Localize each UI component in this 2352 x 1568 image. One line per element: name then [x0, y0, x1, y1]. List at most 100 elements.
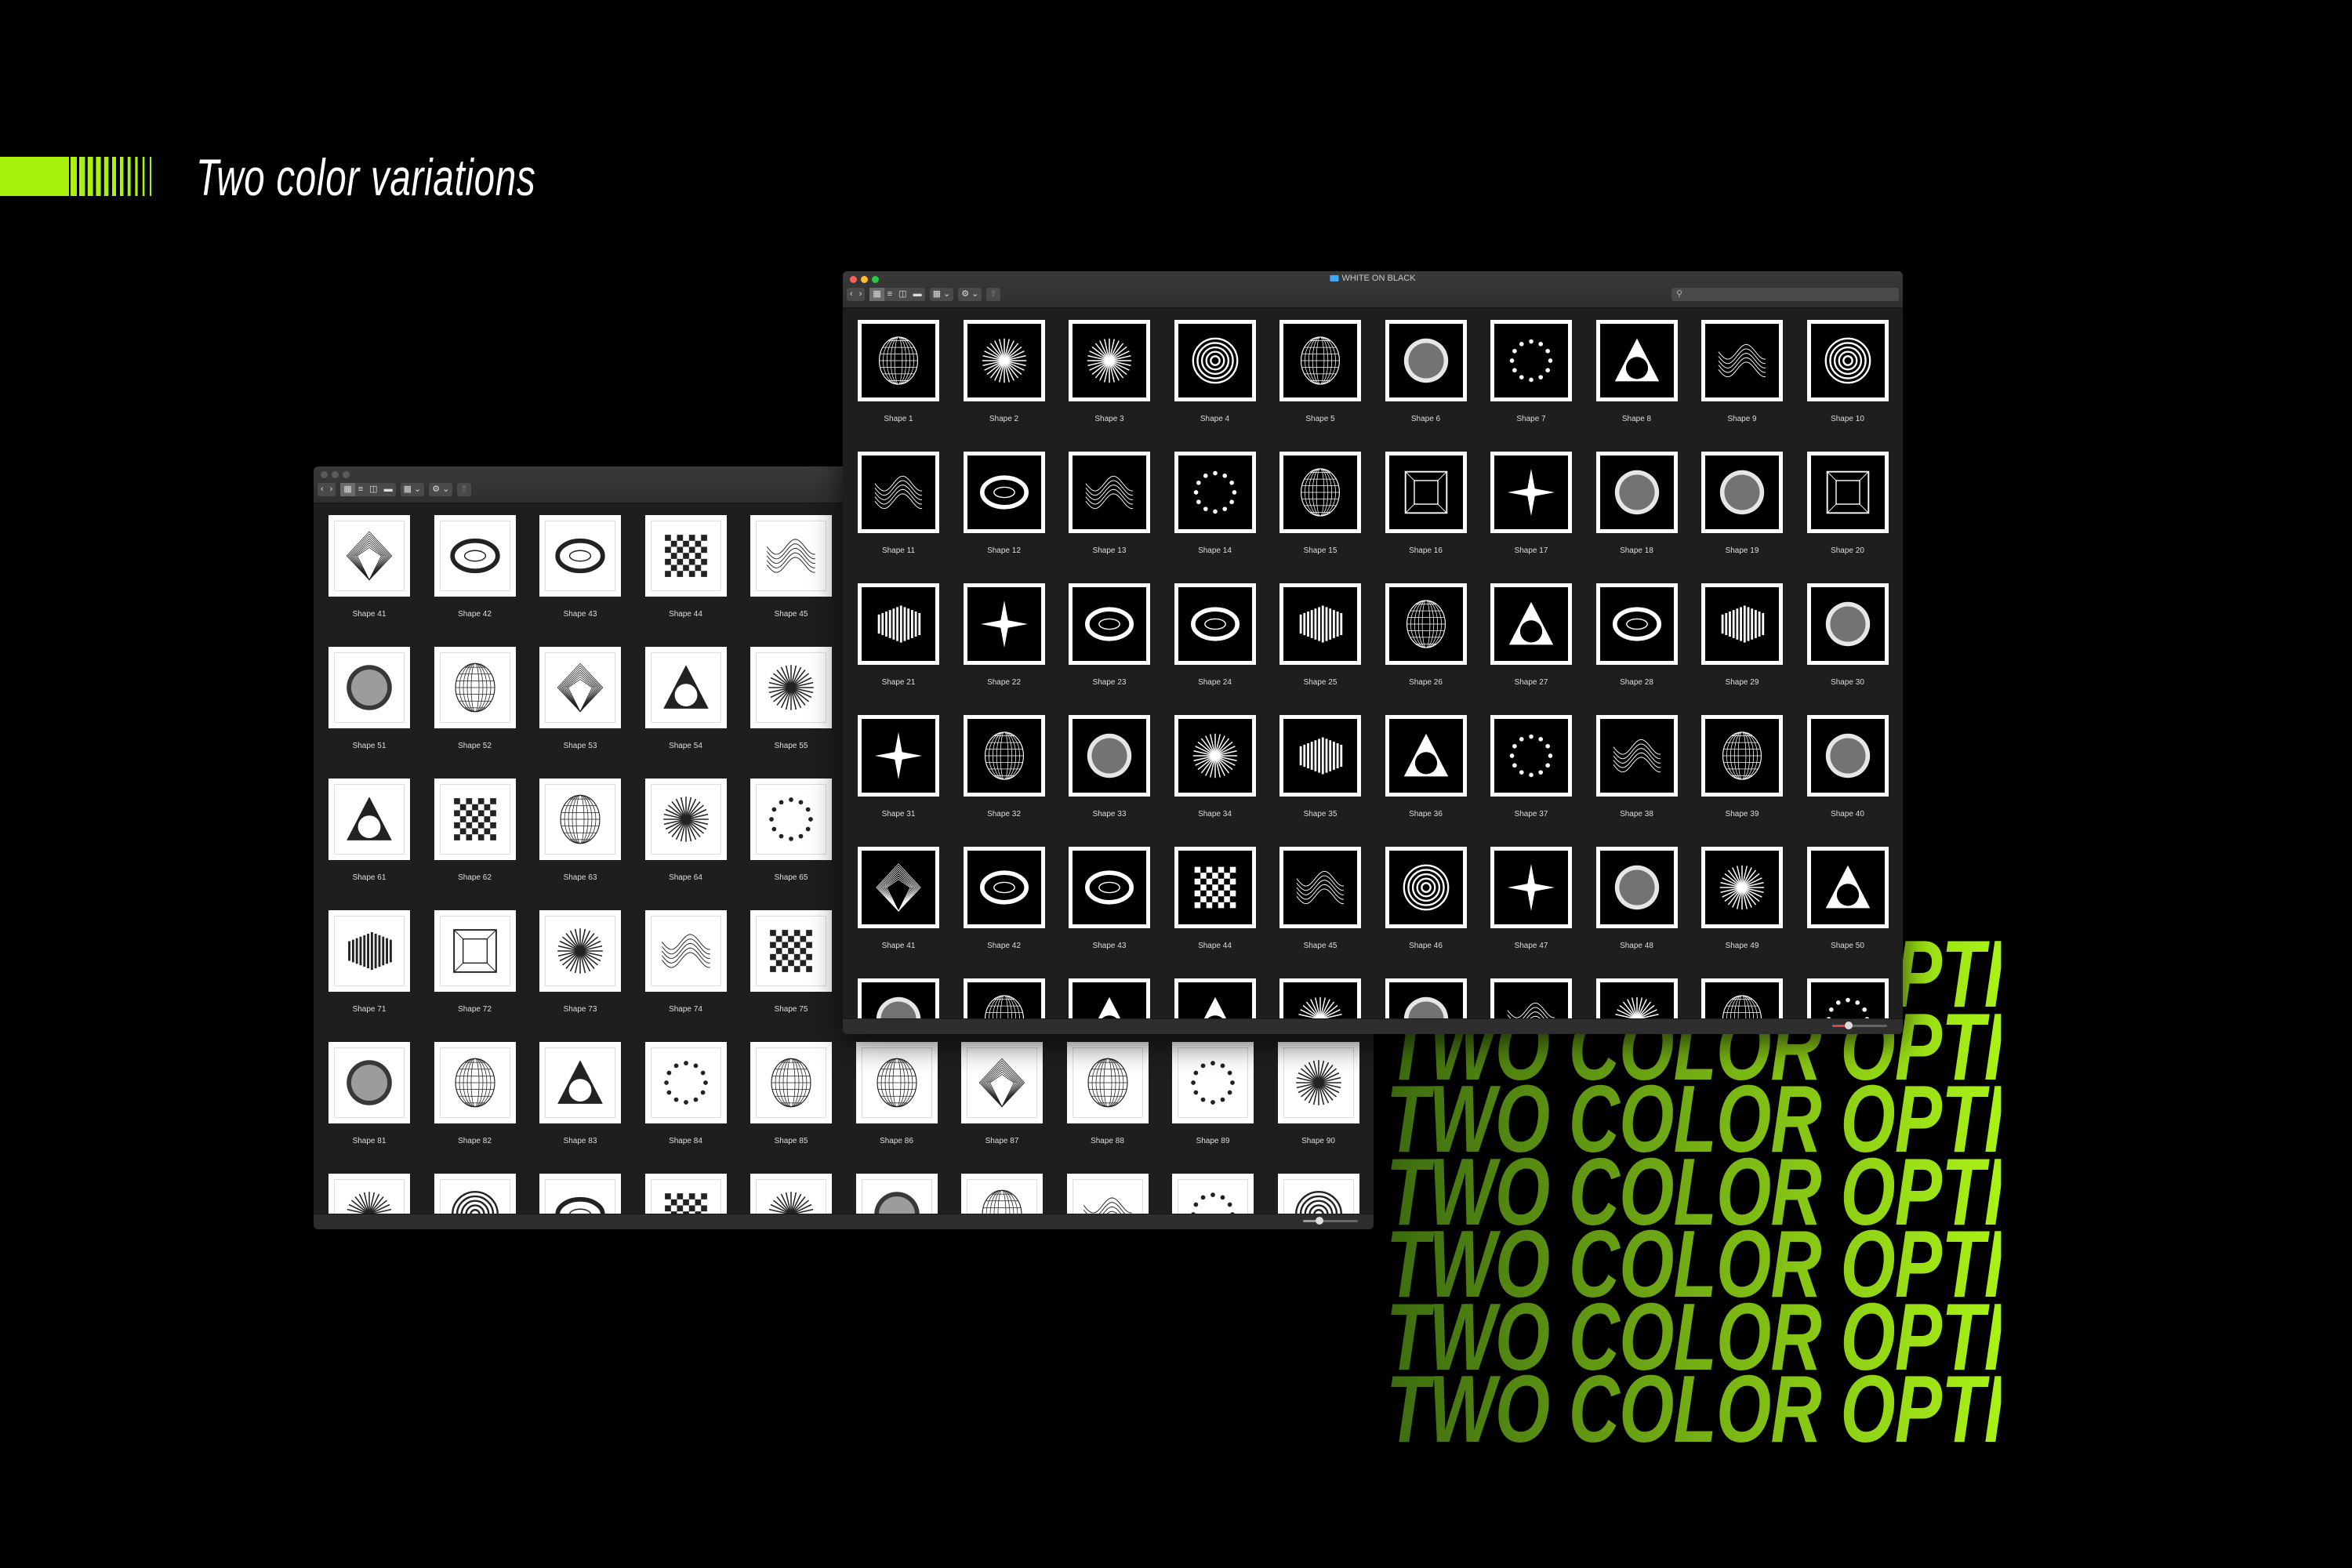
group-by-button[interactable]: ▦ ⌄: [400, 483, 425, 496]
file-item[interactable]: Shape 49: [1701, 847, 1783, 950]
file-item[interactable]: Shape 24: [1174, 583, 1256, 687]
file-item[interactable]: Shape 89: [1172, 1042, 1254, 1145]
file-thumbnail[interactable]: [1174, 452, 1256, 533]
file-thumbnail[interactable]: [858, 320, 939, 401]
file-thumbnail[interactable]: [644, 1042, 727, 1123]
file-item[interactable]: [1806, 978, 1889, 1019]
file-item[interactable]: Shape 36: [1385, 715, 1467, 818]
file-item[interactable]: [750, 1174, 832, 1214]
file-item[interactable]: Shape 9: [1701, 320, 1783, 423]
file-thumbnail[interactable]: [328, 910, 410, 992]
file-item[interactable]: Shape 51: [328, 647, 410, 750]
share-button[interactable]: ⇧: [986, 288, 1000, 301]
file-thumbnail[interactable]: [434, 647, 516, 728]
file-item[interactable]: Shape 35: [1279, 715, 1361, 818]
minimize-button[interactable]: [861, 276, 868, 283]
group-by-button[interactable]: ▦ ⌄: [929, 288, 954, 301]
file-thumbnail[interactable]: [963, 452, 1045, 533]
action-button[interactable]: ⚙ ⌄: [958, 288, 982, 301]
file-item[interactable]: [1490, 978, 1572, 1019]
file-item[interactable]: Shape 87: [961, 1042, 1043, 1145]
icon-size-slider[interactable]: [1303, 1217, 1358, 1225]
file-thumbnail[interactable]: [1174, 715, 1256, 797]
icon-view-button[interactable]: ▦: [869, 288, 884, 301]
file-thumbnail[interactable]: [539, 647, 621, 728]
file-thumbnail[interactable]: [1701, 847, 1783, 928]
file-item[interactable]: [539, 1174, 621, 1214]
file-thumbnail[interactable]: [1385, 583, 1467, 665]
file-thumbnail[interactable]: [1279, 847, 1361, 928]
file-thumbnail[interactable]: [1069, 978, 1150, 1019]
file-thumbnail[interactable]: [750, 779, 832, 860]
file-item[interactable]: Shape 22: [963, 583, 1045, 687]
zoom-button[interactable]: [872, 276, 879, 283]
file-thumbnail[interactable]: [1069, 847, 1150, 928]
file-thumbnail[interactable]: [858, 847, 939, 928]
file-thumbnail[interactable]: [1595, 715, 1678, 797]
file-item[interactable]: [1174, 978, 1256, 1019]
file-item[interactable]: Shape 48: [1595, 847, 1678, 950]
chevron-right-icon[interactable]: ›: [856, 288, 866, 301]
file-thumbnail[interactable]: [1174, 847, 1256, 928]
file-item[interactable]: Shape 14: [1174, 452, 1256, 555]
file-item[interactable]: Shape 65: [750, 779, 832, 882]
file-thumbnail[interactable]: [963, 847, 1045, 928]
file-item[interactable]: [1701, 978, 1783, 1019]
file-thumbnail[interactable]: [434, 1042, 516, 1123]
file-item[interactable]: Shape 40: [1806, 715, 1889, 818]
file-item[interactable]: Shape 47: [1490, 847, 1572, 950]
chevron-left-icon[interactable]: ‹: [847, 288, 856, 301]
file-thumbnail[interactable]: [1069, 583, 1150, 665]
file-item[interactable]: Shape 46: [1385, 847, 1467, 950]
file-item[interactable]: Shape 44: [1174, 847, 1256, 950]
file-item[interactable]: Shape 62: [434, 779, 516, 882]
file-item[interactable]: [328, 1174, 410, 1214]
file-thumbnail[interactable]: [1490, 978, 1572, 1019]
file-item[interactable]: Shape 1: [858, 320, 939, 423]
file-thumbnail[interactable]: [1279, 583, 1361, 665]
file-item[interactable]: Shape 6: [1385, 320, 1467, 423]
file-item[interactable]: Shape 19: [1701, 452, 1783, 555]
file-thumbnail[interactable]: [434, 779, 516, 860]
file-item[interactable]: Shape 64: [644, 779, 727, 882]
file-item[interactable]: [1279, 978, 1361, 1019]
file-item[interactable]: Shape 45: [1279, 847, 1361, 950]
file-thumbnail[interactable]: [1490, 715, 1572, 797]
file-item[interactable]: Shape 16: [1385, 452, 1467, 555]
file-thumbnail[interactable]: [1172, 1042, 1254, 1123]
file-item[interactable]: Shape 34: [1174, 715, 1256, 818]
file-item[interactable]: Shape 88: [1066, 1042, 1149, 1145]
file-item[interactable]: Shape 32: [963, 715, 1045, 818]
file-thumbnail[interactable]: [963, 978, 1045, 1019]
icon-size-slider[interactable]: [1832, 1022, 1887, 1029]
file-item[interactable]: Shape 7: [1490, 320, 1572, 423]
file-item[interactable]: [1066, 1174, 1149, 1214]
file-thumbnail[interactable]: [1701, 452, 1783, 533]
close-button[interactable]: [321, 471, 328, 478]
file-thumbnail[interactable]: [1806, 583, 1889, 665]
zoom-button[interactable]: [343, 471, 350, 478]
file-thumbnail[interactable]: [750, 647, 832, 728]
file-item[interactable]: Shape 2: [963, 320, 1045, 423]
file-thumbnail[interactable]: [1069, 715, 1150, 797]
file-thumbnail[interactable]: [1490, 452, 1572, 533]
file-item[interactable]: [1172, 1174, 1254, 1214]
file-item[interactable]: [1069, 978, 1150, 1019]
share-button[interactable]: ⇧: [457, 483, 471, 496]
file-item[interactable]: Shape 52: [434, 647, 516, 750]
file-thumbnail[interactable]: [1385, 452, 1467, 533]
file-thumbnail[interactable]: [858, 715, 939, 797]
finder-window-white-on-black[interactable]: Shape 1 Shape 2 Shape 3 Shape 4 Shape 5 Shape…: [843, 271, 1903, 1034]
file-thumbnail[interactable]: [1595, 978, 1678, 1019]
file-thumbnail[interactable]: [1806, 847, 1889, 928]
file-item[interactable]: Shape 30: [1806, 583, 1889, 687]
file-thumbnail[interactable]: [539, 910, 621, 992]
file-item[interactable]: Shape 81: [328, 1042, 410, 1145]
file-item[interactable]: [858, 978, 939, 1019]
file-item[interactable]: Shape 41: [858, 847, 939, 950]
file-thumbnail[interactable]: [1277, 1174, 1359, 1214]
file-item[interactable]: Shape 20: [1806, 452, 1889, 555]
file-item[interactable]: Shape 37: [1490, 715, 1572, 818]
gallery-view-button[interactable]: ▬: [381, 483, 396, 496]
column-view-button[interactable]: ◫: [895, 288, 909, 301]
